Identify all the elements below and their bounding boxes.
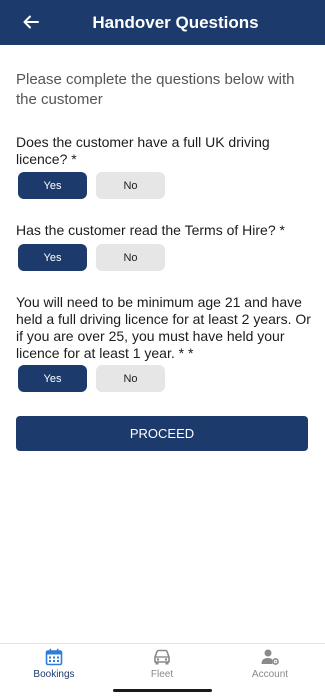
tab-account-label: Account xyxy=(251,669,289,680)
q2-no-button[interactable]: No xyxy=(96,244,165,271)
q3-yes-button[interactable]: Yes xyxy=(18,365,87,392)
car-icon xyxy=(154,649,170,665)
q1-yes-button[interactable]: Yes xyxy=(18,172,87,199)
q2-yes-button[interactable]: Yes xyxy=(18,244,87,271)
page-title: Handover Questions xyxy=(92,13,259,32)
question-licence: Does the customer have a full UK driving… xyxy=(16,134,270,167)
tab-account[interactable]: Account xyxy=(220,648,320,692)
tab-fleet[interactable]: Fleet xyxy=(112,648,212,692)
q3-no-button[interactable]: No xyxy=(96,365,165,392)
q1-no-button[interactable]: No xyxy=(96,172,165,199)
intro-text: Please complete the questions below with… xyxy=(16,71,295,108)
tab-fleet-label: Fleet xyxy=(150,669,174,680)
calendar-icon xyxy=(45,648,63,666)
proceed-button[interactable]: PROCEED xyxy=(16,416,308,451)
question-age: You will need to be minimum age 21 and h… xyxy=(16,294,311,361)
user-settings-icon xyxy=(261,649,279,665)
question-terms: Has the customer read the Terms of Hire?… xyxy=(16,222,285,238)
tab-bookings-label: Bookings xyxy=(33,669,75,680)
app-header: Handover Questions xyxy=(0,0,325,45)
tab-bookings[interactable]: Bookings xyxy=(4,648,104,692)
home-indicator xyxy=(113,689,212,692)
